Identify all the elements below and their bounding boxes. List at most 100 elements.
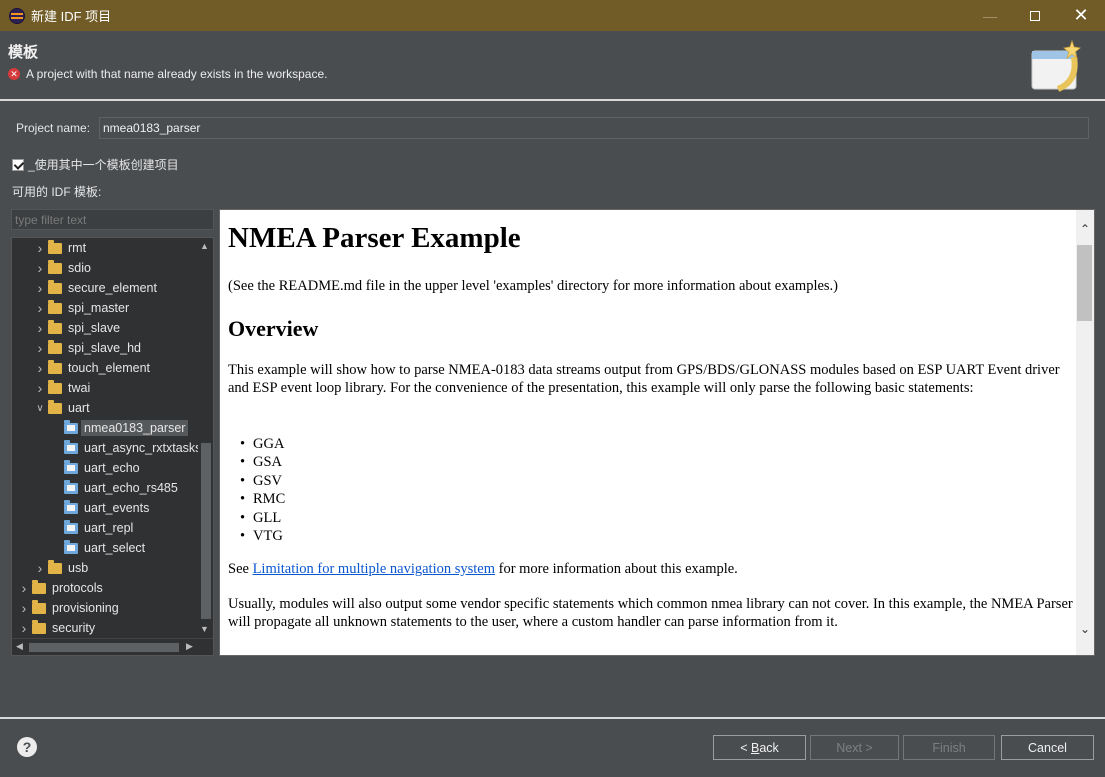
- tree-scroll-thumb[interactable]: [201, 443, 211, 619]
- folder-icon: [32, 619, 46, 634]
- chevron-right-icon[interactable]: ›: [34, 360, 46, 376]
- scroll-up-icon[interactable]: ⌃: [1078, 222, 1092, 236]
- minimize-button[interactable]: —: [967, 0, 1013, 31]
- chevron-down-icon[interactable]: ∨: [34, 403, 46, 414]
- scroll-down-icon[interactable]: ⌄: [1078, 622, 1092, 636]
- tree-item[interactable]: › touch_element: [34, 358, 150, 378]
- tree-vertical-scrollbar[interactable]: ▲ ▼: [198, 238, 213, 639]
- tree-item[interactable]: › spi_slave_hd: [34, 338, 141, 358]
- back-button[interactable]: < Back: [713, 735, 806, 760]
- chevron-right-icon[interactable]: ›: [34, 260, 46, 276]
- maximize-button[interactable]: [1012, 0, 1058, 31]
- use-template-checkbox-row[interactable]: _使用其中一个模板创建项目: [12, 156, 179, 173]
- tree-item-label: uart_repl: [84, 521, 134, 535]
- tree-item-label: sdio: [68, 261, 91, 275]
- scroll-up-icon[interactable]: ▲: [200, 241, 209, 251]
- error-icon: ✕: [8, 68, 20, 80]
- project-folder-icon: [64, 479, 78, 494]
- project-folder-icon: [64, 439, 78, 454]
- tree-item[interactable]: ∨ uart: [34, 398, 90, 418]
- eclipse-icon: [9, 7, 25, 24]
- tree-item[interactable]: › spi_master: [34, 298, 129, 318]
- scroll-left-icon[interactable]: ◀: [16, 641, 23, 652]
- project-folder-icon: [64, 419, 78, 434]
- tree-item[interactable]: › sdio: [34, 258, 91, 278]
- tree-item[interactable]: uart_select: [50, 538, 145, 558]
- tree-item-label: uart_async_rxtxtasks: [84, 441, 202, 455]
- tree-item[interactable]: › protocols: [18, 578, 103, 598]
- chevron-right-icon[interactable]: ›: [18, 620, 30, 636]
- chevron-right-icon[interactable]: ›: [34, 340, 46, 356]
- chevron-right-icon[interactable]: ›: [34, 320, 46, 336]
- tree-item[interactable]: uart_echo_rs485: [50, 478, 178, 498]
- page-title: 模板: [8, 44, 39, 61]
- scroll-down-icon[interactable]: ▼: [200, 624, 209, 634]
- readme-usually-text: Usually, modules will also output some v…: [228, 596, 1073, 630]
- tree-item[interactable]: uart_events: [50, 498, 149, 518]
- chevron-right-icon[interactable]: ›: [18, 580, 30, 596]
- tree-item[interactable]: › twai: [34, 378, 90, 398]
- readme-scroll-thumb[interactable]: [1077, 245, 1092, 321]
- tree-item[interactable]: › secure_element: [34, 278, 157, 298]
- tree-item-label: provisioning: [52, 601, 119, 615]
- chevron-right-icon[interactable]: ›: [34, 240, 46, 256]
- readme-overview-text: This example will show how to parse NMEA…: [228, 362, 1060, 396]
- tree-item[interactable]: uart_echo: [50, 458, 140, 478]
- chevron-right-icon[interactable]: ›: [34, 560, 46, 576]
- folder-icon: [48, 339, 62, 354]
- available-templates-label: 可用的 IDF 模板:: [12, 185, 102, 199]
- see-suffix: for more information about this example.: [495, 561, 738, 577]
- close-button[interactable]: ✕: [1058, 0, 1104, 31]
- template-readme-panel: NMEA Parser Example (See the README.md f…: [219, 209, 1095, 656]
- tree-item[interactable]: › usb: [34, 558, 88, 578]
- chevron-right-icon[interactable]: ›: [18, 600, 30, 616]
- readme-vertical-scrollbar[interactable]: ⌃ ⌄: [1076, 210, 1094, 655]
- use-template-label: _使用其中一个模板创建项目: [28, 158, 179, 172]
- template-filter-input[interactable]: [11, 209, 214, 230]
- tree-item-label: nmea0183_parser: [81, 420, 189, 436]
- maximize-icon: [1030, 10, 1040, 21]
- tree-item-label: touch_element: [68, 361, 151, 375]
- scroll-right-icon[interactable]: ▶: [186, 641, 193, 652]
- tree-item[interactable]: › provisioning: [18, 598, 119, 618]
- tree-item[interactable]: uart_async_rxtxtasks: [50, 438, 201, 458]
- chevron-right-icon[interactable]: ›: [34, 280, 46, 296]
- tree-item-label: spi_slave: [68, 321, 121, 335]
- finish-button[interactable]: Finish: [903, 735, 995, 760]
- use-template-checkbox[interactable]: [12, 158, 24, 171]
- help-icon[interactable]: ?: [17, 737, 37, 757]
- project-folder-icon: [64, 499, 78, 514]
- tree-item[interactable]: › security: [18, 618, 95, 638]
- folder-icon: [48, 399, 62, 414]
- tree-item-label: rmt: [68, 241, 87, 255]
- cancel-button[interactable]: Cancel: [1001, 735, 1094, 760]
- statement-list-item: GSV: [240, 472, 282, 490]
- back-prefix: <: [740, 740, 748, 755]
- tree-item-label: spi_master: [68, 301, 130, 315]
- back-rest: ack: [759, 740, 779, 755]
- project-name-input[interactable]: [99, 117, 1089, 139]
- tree-item[interactable]: uart_repl: [50, 518, 133, 538]
- tree-horizontal-scrollbar[interactable]: ◀ ▶: [12, 638, 213, 655]
- tree-item[interactable]: › spi_slave: [34, 318, 120, 338]
- statement-list-item: GGA: [240, 435, 285, 453]
- statement-list-item: VTG: [240, 527, 283, 545]
- tree-item[interactable]: nmea0183_parser: [50, 418, 189, 438]
- wizard-banner: 模板 ✕ A project with that name already ex…: [0, 31, 1105, 101]
- tree-item[interactable]: › rmt: [34, 238, 86, 258]
- folder-icon: [48, 359, 62, 374]
- limitation-link[interactable]: Limitation for multiple navigation syste…: [253, 561, 495, 577]
- readme-intro: (See the README.md file in the upper lev…: [228, 278, 839, 294]
- chevron-right-icon[interactable]: ›: [34, 380, 46, 396]
- tree-item-label: uart_select: [84, 541, 146, 555]
- folder-icon: [48, 239, 62, 254]
- next-button[interactable]: Next >: [810, 735, 899, 760]
- folder-icon: [48, 319, 62, 334]
- tree-item-label: security: [52, 621, 96, 635]
- template-tree[interactable]: › rmt › sdio › secure_element › spi_master › spi_…: [11, 237, 214, 656]
- folder-icon: [48, 299, 62, 314]
- chevron-right-icon[interactable]: ›: [34, 300, 46, 316]
- folder-icon: [48, 379, 62, 394]
- tree-hscroll-thumb[interactable]: [29, 643, 179, 652]
- error-message: ✕ A project with that name already exist…: [8, 67, 327, 81]
